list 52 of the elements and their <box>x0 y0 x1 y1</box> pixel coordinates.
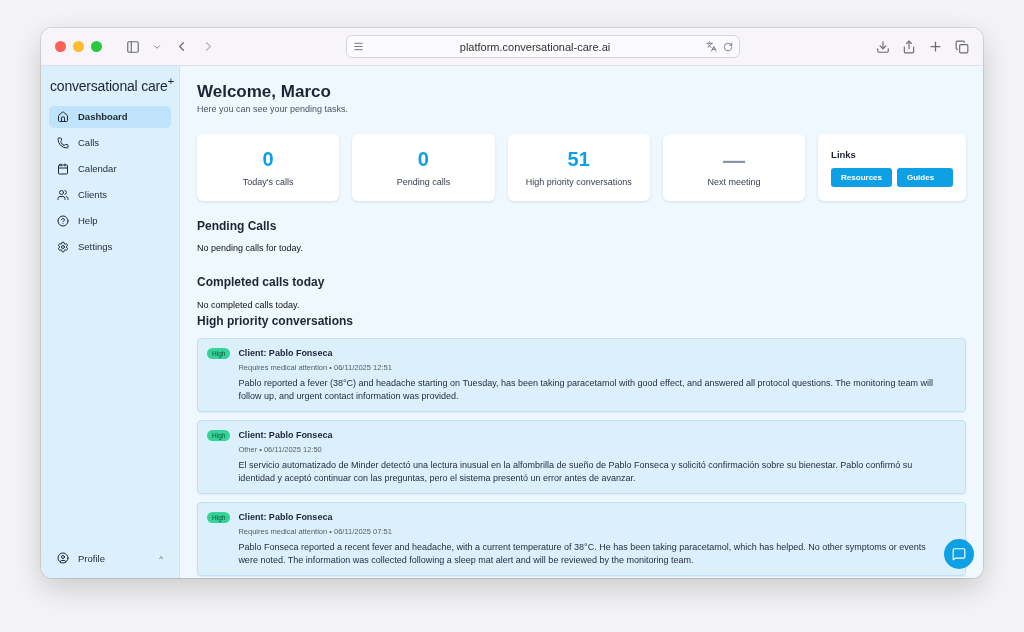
home-icon <box>57 110 69 123</box>
phone-icon <box>57 136 69 149</box>
conversation-summary: Pablo Fonseca reported a recent fever and headache, with a current temperature of 38°C. He has been taking paracetamol, which has helped. No other symptoms or events were noted. The information was collected following a sleep mat alert and will be reviewed by the monitoring team. <box>238 541 927 567</box>
sidebar-item[interactable]: Calls <box>49 131 171 154</box>
translate-icon[interactable] <box>706 41 717 52</box>
sidebar-item[interactable]: Dashboard <box>49 105 171 128</box>
stat-label: High priority conversations <box>525 177 632 187</box>
new-tab-icon[interactable] <box>928 39 943 54</box>
sidebar-item[interactable]: Clients <box>49 183 171 206</box>
client-name: Client: Pablo Fonseca <box>238 512 334 522</box>
conversation-card[interactable] <box>197 502 966 576</box>
sidebar-item[interactable]: Help <box>49 209 171 232</box>
page-title: Welcome, Marco <box>197 82 332 102</box>
help-icon <box>57 214 69 227</box>
close-button[interactable] <box>55 41 66 52</box>
page-menu-icon[interactable] <box>353 41 364 52</box>
empty-message: No completed calls today. <box>197 300 301 310</box>
users-icon <box>57 188 69 201</box>
stat-value: 51 <box>567 148 590 172</box>
url-text: platform.conversational-care.ai <box>458 40 612 53</box>
user-icon <box>57 552 69 564</box>
empty-message: No pending calls for today. <box>197 243 304 253</box>
conversation-card[interactable] <box>197 420 966 494</box>
address-bar[interactable]: platform.conversational-care.ai <box>346 35 740 58</box>
client-name: Client: Pablo Fonseca <box>238 430 334 440</box>
settings-icon <box>57 240 69 253</box>
profile-item[interactable]: Profile ^ <box>49 548 171 568</box>
section-title: Pending Calls <box>197 219 278 233</box>
conversation-summary: Pablo reported a fever (38°C) and headache starting on Tuesday, has been taking paracetamol with good effect, and answered all protocol questions. The monitoring team will follow up, and urgent contact information was provided. <box>238 377 934 403</box>
share-icon[interactable] <box>902 39 916 54</box>
chat-icon <box>952 547 966 561</box>
stat-label: Next meeting <box>707 177 761 187</box>
section-title: High priority conversations <box>197 314 355 328</box>
page-subtitle: Here you can see your pending tasks. <box>197 104 350 114</box>
links-title: Links <box>831 148 856 160</box>
download-icon[interactable] <box>876 39 890 54</box>
caret-icon: ^ <box>159 553 163 563</box>
stat-label: Pending calls <box>396 177 451 187</box>
stat-label: Today's calls <box>242 177 294 187</box>
sidebar-item[interactable]: Settings <box>49 235 171 258</box>
conversation-card[interactable] <box>197 338 966 412</box>
sidebar-toggle-icon[interactable] <box>126 39 140 54</box>
stat-value: — <box>722 148 745 174</box>
client-name: Client: Pablo Fonseca <box>238 348 334 358</box>
conversation-summary: El servicio automatizado de Minder detectó una lectura inusual en la alfombrilla de sueño de Pablo Fonseca y solicitó confirmación sobre su bienestar. Pablo confirmó su identidad y aceptó continuar con las preguntas, pero el sistema presentó un error antes de avanzar. <box>238 459 914 485</box>
calendar-icon <box>57 162 69 175</box>
sidebar-item[interactable]: Calendar <box>49 157 171 180</box>
section-title: Completed calls today <box>197 275 326 289</box>
stat-value: 0 <box>262 148 274 172</box>
tabs-icon[interactable] <box>955 39 969 54</box>
reload-icon[interactable] <box>723 41 733 52</box>
stat-value: 0 <box>417 148 429 172</box>
